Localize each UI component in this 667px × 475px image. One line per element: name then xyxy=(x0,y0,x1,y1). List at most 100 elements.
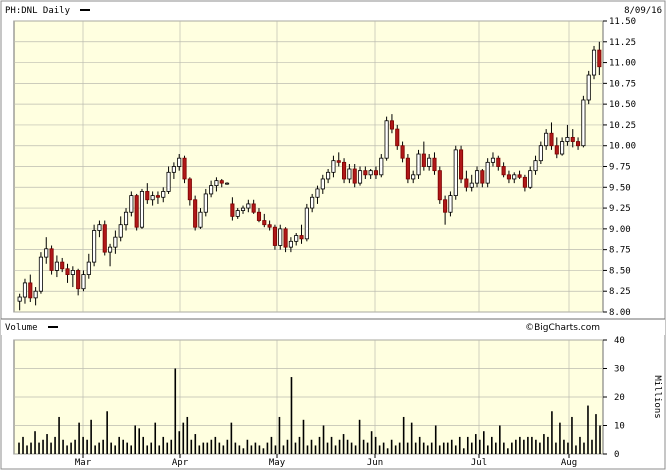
price-y-tick-label: 8.25 xyxy=(609,287,631,297)
candle-body-down xyxy=(256,211,262,221)
candle-body-up xyxy=(474,170,480,184)
candle-body-up xyxy=(427,157,432,167)
candle-body-down xyxy=(405,157,410,180)
candle-body-up xyxy=(533,160,538,172)
x-tick-label: Jun xyxy=(367,458,383,468)
title-legend-swatch xyxy=(80,9,90,11)
price-y-tick-label: 9.00 xyxy=(609,225,631,235)
candle xyxy=(459,145,464,184)
candle-body-up xyxy=(150,195,155,201)
candle-body-down xyxy=(267,224,272,228)
candle xyxy=(416,149,421,179)
candle-body-up xyxy=(586,74,591,101)
candle xyxy=(453,145,458,200)
candle-body-down xyxy=(389,120,394,130)
candle-body-up xyxy=(485,161,490,184)
candle-body-up xyxy=(331,160,336,173)
candle-body-up xyxy=(54,261,59,271)
candle-body-down xyxy=(283,228,288,248)
candle xyxy=(581,95,586,148)
candle-body-up xyxy=(326,171,331,180)
candle-body-up xyxy=(171,166,176,173)
candle-body-up xyxy=(166,171,171,192)
candle xyxy=(586,70,591,105)
volume-y-tick-label: 30 xyxy=(614,365,625,375)
candle-body-down xyxy=(299,235,304,240)
candle-body-up xyxy=(235,210,240,217)
candle-body-up xyxy=(304,207,309,240)
volume-y-tick-label: 40 xyxy=(614,336,625,346)
candle-body-down xyxy=(187,178,192,201)
x-tick-label: Aug xyxy=(561,458,577,468)
candle xyxy=(134,193,139,231)
candle xyxy=(49,245,54,275)
price-y-tick-label: 8.50 xyxy=(609,266,631,276)
x-tick-label: Jul xyxy=(471,458,487,468)
candle-body-down xyxy=(496,157,501,167)
candle-body-up xyxy=(97,224,102,231)
candle-body-up xyxy=(278,228,283,246)
price-volume-chart: PH:DNL Daily 8/09/16 8.00 8.25 8.50 8.75 9.0… xyxy=(0,0,666,470)
x-tick-label: May xyxy=(269,458,286,468)
volume-y-axis-label: Millions xyxy=(652,375,662,418)
candle-body-down xyxy=(336,160,341,163)
candle-body-up xyxy=(469,182,474,188)
candle-body-up xyxy=(416,153,421,176)
candle xyxy=(304,203,309,242)
candle-body-up xyxy=(246,203,251,209)
candle xyxy=(182,155,187,184)
candle-body-down xyxy=(522,176,527,188)
candle-body-down xyxy=(342,161,347,180)
price-y-tick-label: 8.00 xyxy=(609,308,631,318)
volume-y-tick-label: 10 xyxy=(614,422,625,432)
candle-body-down xyxy=(437,170,442,201)
candle-body-up xyxy=(565,136,570,142)
candle-body-up xyxy=(70,270,75,275)
candle-body-down xyxy=(554,145,559,155)
volume-legend-swatch xyxy=(48,326,58,328)
candle-body-up xyxy=(17,296,22,302)
candle-body-up xyxy=(320,178,325,190)
candle-body-up xyxy=(123,211,129,226)
candle-body-up xyxy=(129,195,134,213)
candle-body-down xyxy=(549,132,554,147)
candle-body-down xyxy=(480,170,485,184)
candle-body-down xyxy=(49,248,54,271)
candle-body-down xyxy=(395,128,400,147)
price-y-tick-label: 10.50 xyxy=(609,100,636,110)
candle-body-down xyxy=(182,157,187,180)
candle-body-down xyxy=(464,178,469,188)
candle xyxy=(193,195,198,231)
chart-title: PH:DNL Daily xyxy=(5,6,71,16)
candle-body-down xyxy=(219,180,224,184)
candle-body-down xyxy=(102,224,107,253)
candle-body-down xyxy=(459,149,464,180)
candle-body-down xyxy=(352,168,357,184)
candle-body-down xyxy=(373,170,379,176)
candle-body-up xyxy=(198,211,203,228)
volume-title: Volume xyxy=(5,323,38,333)
candle-body-up xyxy=(240,207,246,211)
candle-body-up xyxy=(544,132,549,147)
candle-body-down xyxy=(145,191,150,201)
price-y-tick-label: 11.00 xyxy=(609,59,636,69)
candle-body-down xyxy=(506,174,511,180)
candle-body-up xyxy=(86,261,91,275)
candle-body-up xyxy=(315,188,320,198)
candle-body-up xyxy=(288,240,293,248)
candle-body-up xyxy=(294,235,299,242)
candle-body-up xyxy=(38,256,43,292)
candle-body-down xyxy=(65,268,70,275)
candle-body-up xyxy=(581,99,586,147)
candle-body-up xyxy=(203,193,208,213)
x-tick-label: Mar xyxy=(75,458,92,468)
price-y-tick-label: 9.75 xyxy=(609,163,631,173)
candle-body-up xyxy=(209,185,214,195)
volume-y-tick-label: 20 xyxy=(614,393,625,403)
candle-body-up xyxy=(33,290,38,299)
candle xyxy=(485,158,490,188)
candle xyxy=(405,154,410,184)
price-y-tick-label: 9.50 xyxy=(609,183,631,193)
candle-body-up xyxy=(347,168,352,180)
candle-body-up xyxy=(161,191,166,198)
